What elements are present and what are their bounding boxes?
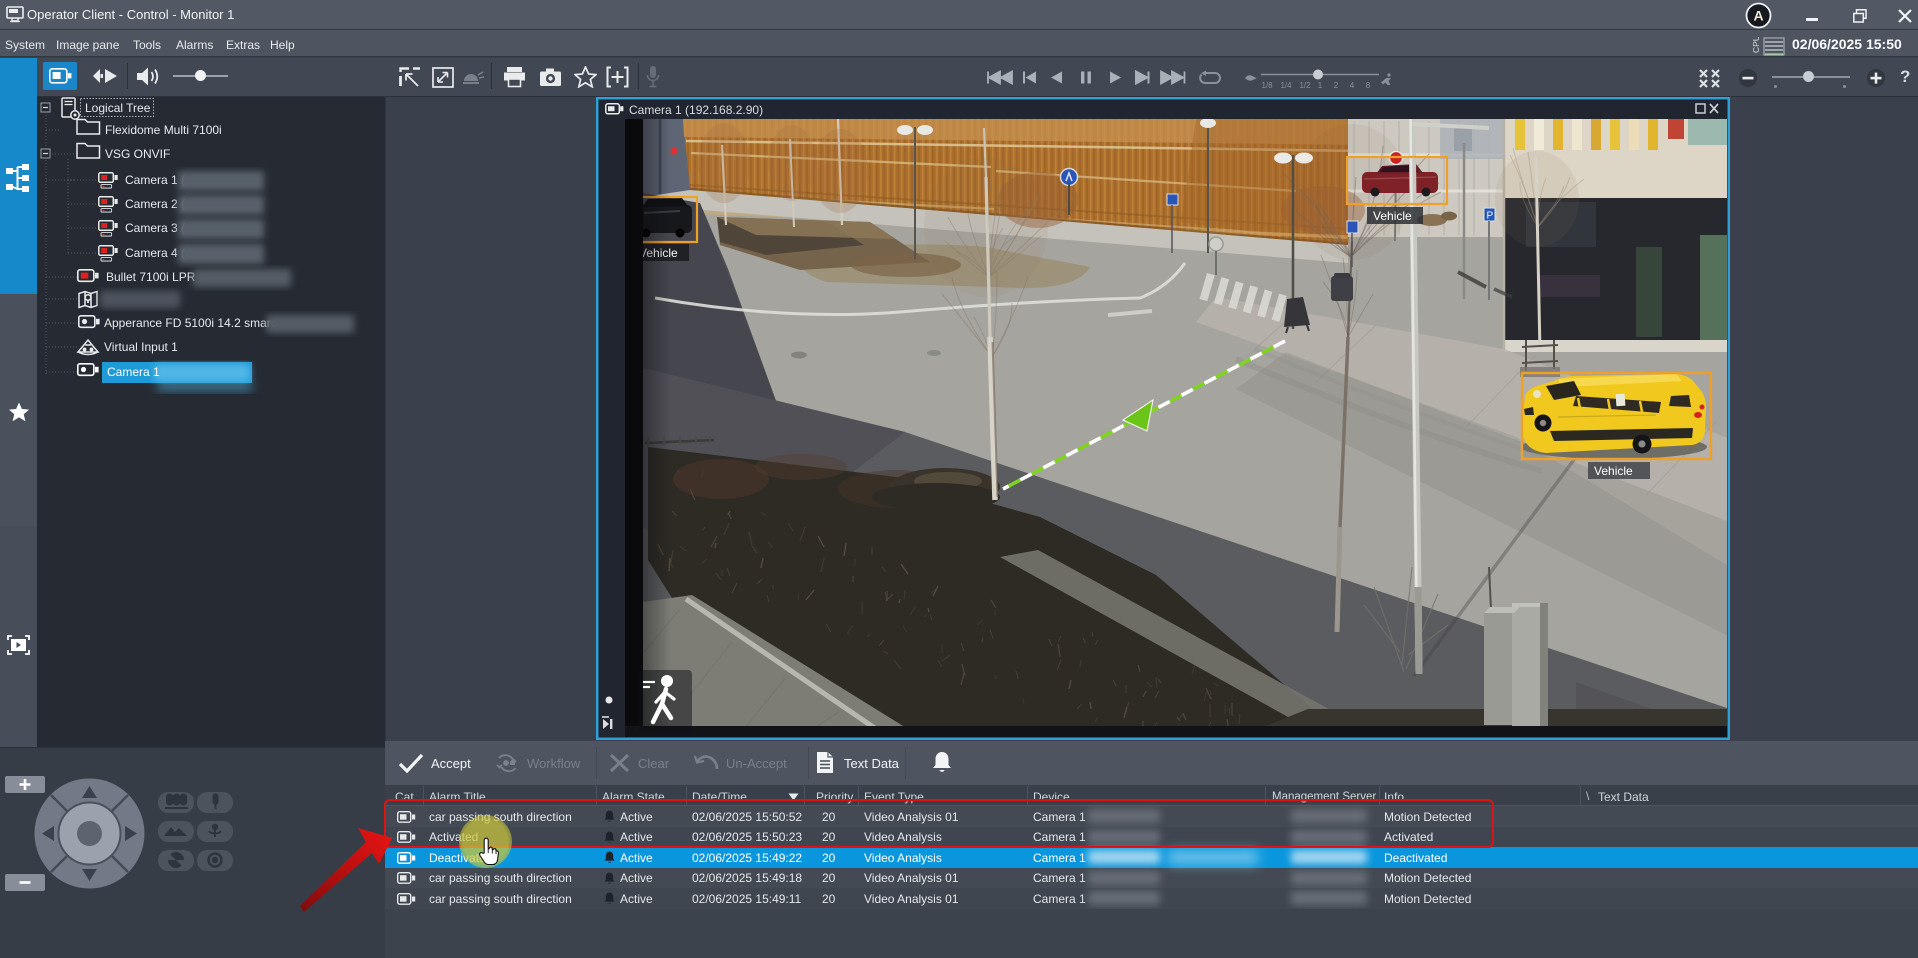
svg-text:Apperance FD 5100i 14.2 smarc: Apperance FD 5100i 14.2 smarc bbox=[104, 316, 277, 330]
svg-text:2: 2 bbox=[1334, 81, 1339, 90]
svg-text:Camera 2 (: Camera 2 ( bbox=[125, 197, 185, 211]
svg-text:Camera 1 (: Camera 1 ( bbox=[125, 173, 185, 187]
svg-text:Vehicle: Vehicle bbox=[1594, 464, 1633, 478]
svg-text:Bullet 7100i LPR: Bullet 7100i LPR bbox=[106, 270, 196, 284]
svg-text:Flexidome Multi 7100i: Flexidome Multi 7100i bbox=[105, 123, 222, 137]
svg-text:Virtual Input 1: Virtual Input 1 bbox=[104, 340, 178, 354]
svg-text:8: 8 bbox=[1366, 81, 1371, 90]
svg-text:Logical Tree: Logical Tree bbox=[85, 101, 151, 115]
svg-text:Camera 1 (192.168.2.90): Camera 1 (192.168.2.90) bbox=[629, 103, 763, 117]
svg-text:A: A bbox=[1753, 8, 1763, 24]
svg-text:1/8: 1/8 bbox=[1261, 81, 1273, 90]
svg-text:Camera 1: Camera 1 bbox=[107, 365, 160, 379]
svg-text:1/4: 1/4 bbox=[1280, 81, 1292, 90]
svg-text:VSG ONVIF: VSG ONVIF bbox=[105, 147, 170, 161]
svg-text:Camera 3 (: Camera 3 ( bbox=[125, 221, 185, 235]
svg-text:CPU: CPU bbox=[1752, 37, 1761, 53]
svg-text:P: P bbox=[1487, 211, 1494, 222]
svg-text:Vehicle: Vehicle bbox=[1373, 209, 1412, 223]
svg-text:4: 4 bbox=[1350, 81, 1355, 90]
svg-text:1: 1 bbox=[1318, 81, 1323, 90]
svg-text:Camera 4 (: Camera 4 ( bbox=[125, 246, 185, 260]
svg-text:1/2: 1/2 bbox=[1299, 81, 1311, 90]
